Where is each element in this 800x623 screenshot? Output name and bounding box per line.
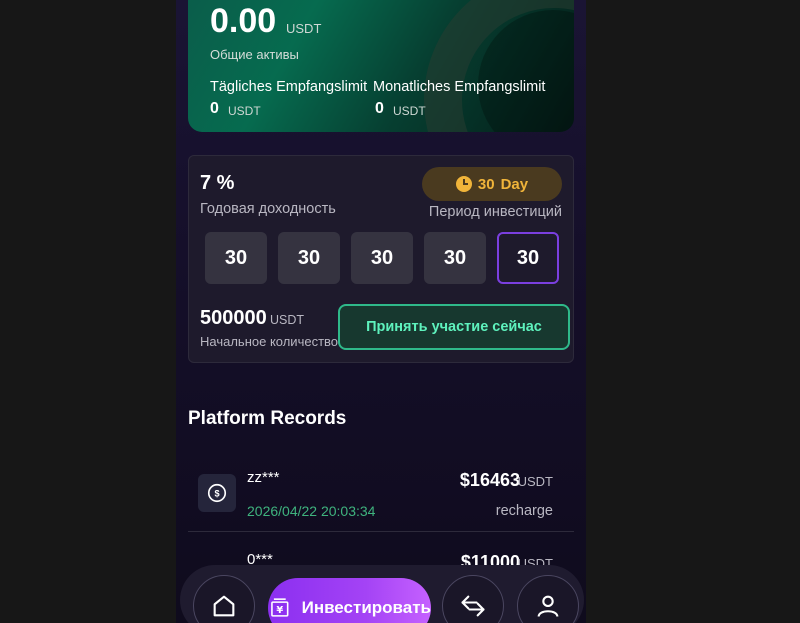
- svg-text:¥: ¥: [276, 605, 283, 616]
- period-option-selected[interactable]: 30: [497, 232, 559, 284]
- period-option[interactable]: 30: [351, 232, 413, 284]
- nav-invest-button[interactable]: ¥ Инвестировать: [268, 578, 431, 623]
- period-option[interactable]: 30: [205, 232, 267, 284]
- investment-card: 7 % Годовая доходность 30 Day Период инв…: [188, 155, 574, 363]
- period-label: Период инвестиций: [428, 204, 562, 220]
- period-value: 30: [477, 175, 495, 193]
- nav-profile-button[interactable]: [517, 575, 579, 623]
- daily-limit-label: Tägliches Empfangslimit: [210, 79, 368, 95]
- period-unit: Day: [500, 175, 529, 193]
- record-user: zz***: [247, 469, 280, 486]
- period-options: 30 30 30 30 30: [205, 232, 559, 284]
- monthly-limit-value: 0: [375, 100, 384, 117]
- record-amount: $16463: [459, 470, 520, 490]
- total-assets-unit: USDT: [286, 21, 322, 36]
- record-type: recharge: [495, 503, 553, 519]
- bottom-nav: ¥ Инвестировать: [180, 565, 584, 623]
- period-badge: 30 Day: [422, 167, 562, 201]
- invest-icon: ¥: [271, 598, 289, 617]
- balance-card: 0.00 USDT Общие активы Tägliches Empfang…: [188, 0, 574, 132]
- period-option[interactable]: 30: [278, 232, 340, 284]
- coin-exchange-icon: $: [198, 474, 236, 512]
- initial-amount-value: 500000: [200, 307, 267, 329]
- platform-records-title: Platform Records: [188, 408, 347, 429]
- svg-text:$: $: [214, 489, 219, 499]
- nav-home-button[interactable]: [193, 575, 255, 623]
- record-unit: USDT: [517, 474, 553, 489]
- initial-amount-unit: USDT: [270, 313, 305, 327]
- total-assets-label: Общие активы: [210, 47, 299, 62]
- initial-amount-label: Начальное количество: [200, 334, 339, 349]
- profile-icon: [537, 595, 559, 617]
- monthly-limit-unit: USDT: [393, 104, 426, 118]
- daily-limit-unit: USDT: [228, 104, 261, 118]
- record-row: $ zz*** 2026/04/22 20:03:34 $16463 USDT …: [188, 452, 574, 532]
- record-time: 2026/04/22 20:03:34: [247, 503, 376, 519]
- nav-invest-label: Инвестировать: [301, 598, 431, 617]
- nav-exchange-button[interactable]: [442, 575, 504, 623]
- annual-rate-label: Годовая доходность: [200, 201, 336, 217]
- join-now-button[interactable]: Принять участие сейчас: [338, 304, 570, 350]
- period-option[interactable]: 30: [424, 232, 486, 284]
- annual-rate-value: 7 %: [200, 172, 235, 194]
- home-icon: [213, 595, 235, 617]
- daily-limit-value: 0: [210, 100, 219, 117]
- total-assets-value: 0.00: [210, 2, 277, 40]
- monthly-limit-label: Monatliches Empfangslimit: [373, 79, 546, 95]
- exchange-icon: [461, 595, 485, 617]
- clock-icon: [455, 176, 472, 192]
- app-screen: 0.00 USDT Общие активы Tägliches Empfang…: [176, 0, 586, 623]
